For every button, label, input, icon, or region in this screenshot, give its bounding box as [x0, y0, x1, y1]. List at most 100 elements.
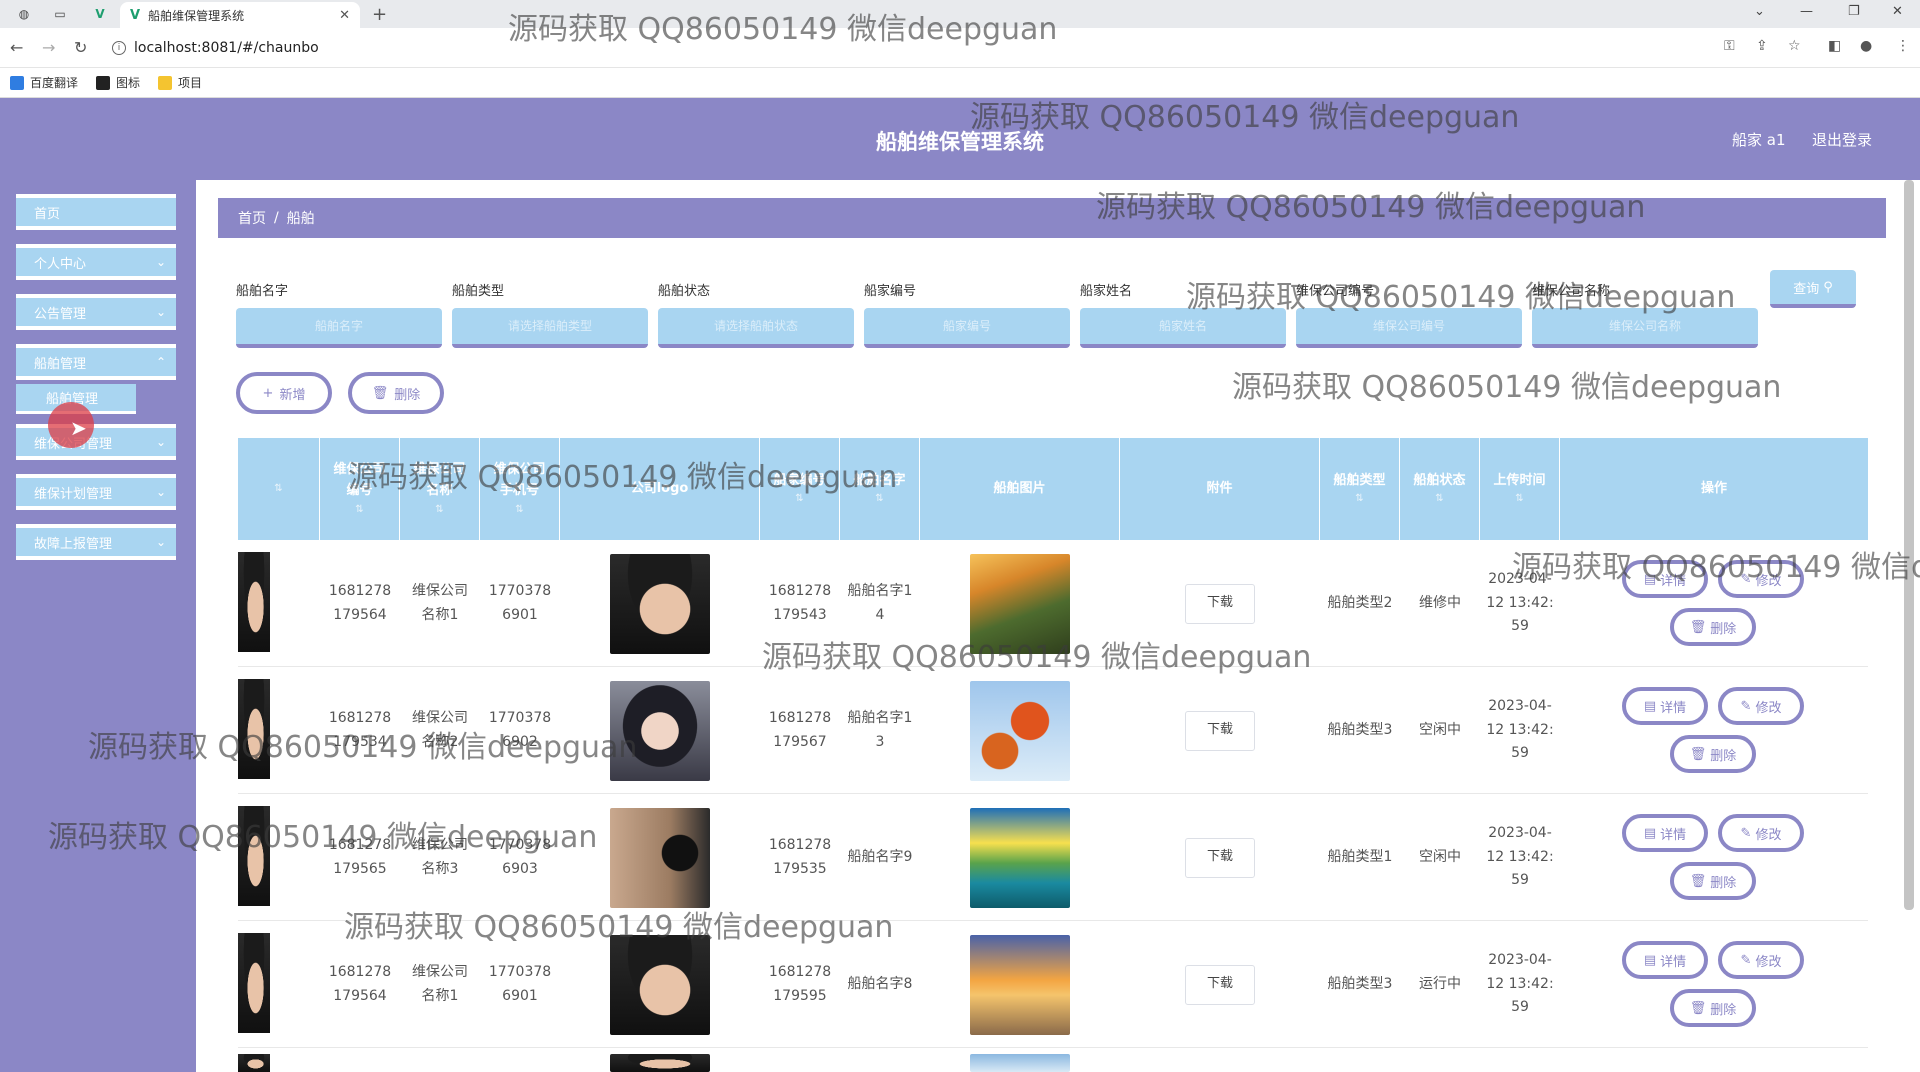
- url-field[interactable]: i localhost:8081/#/chaunbo: [112, 36, 319, 60]
- cell-ship-type: 船舶类型2: [1327, 594, 1393, 611]
- table-row: 1681278179565 维保公司名称3 17703786903 168127…: [238, 794, 1868, 921]
- search-label-owner-no: 船家编号: [864, 284, 917, 299]
- download-button[interactable]: 下载: [1185, 964, 1255, 1005]
- search-label-ship-name: 船舶名字: [236, 284, 289, 299]
- company-logo-image[interactable]: [610, 807, 710, 908]
- company-logo-image[interactable]: [610, 1054, 710, 1072]
- column-company-phone[interactable]: 维保公司 手机号 ⇅: [480, 438, 560, 540]
- delete-button[interactable]: 🗑 删除: [1670, 608, 1756, 646]
- menu-icon[interactable]: ⋮: [1896, 38, 1910, 54]
- row-avatar: [238, 552, 270, 652]
- column-select[interactable]: ⇅: [238, 438, 320, 540]
- edit-button[interactable]: ✎ 修改: [1718, 941, 1804, 979]
- chevron-up-icon: ⌃: [155, 355, 166, 369]
- sort-icon: ⇅: [1515, 493, 1524, 505]
- detail-button[interactable]: ▤ 详情: [1622, 687, 1708, 725]
- document-icon: ▤: [1643, 952, 1657, 968]
- new-tab-icon[interactable]: +: [372, 4, 387, 25]
- ship-image[interactable]: [970, 680, 1070, 781]
- sidebar-item-notice[interactable]: 公告管理 ⌄: [16, 294, 176, 330]
- window-close-icon[interactable]: ✕: [1892, 4, 1903, 19]
- sidebar-item-fault[interactable]: 故障上报管理 ⌄: [16, 524, 176, 560]
- pencil-icon: ✎: [1740, 825, 1752, 841]
- column-company-no[interactable]: 维保公司 编号 ⇅: [320, 438, 400, 540]
- company-logo-image[interactable]: [610, 553, 710, 654]
- cell-company-name: 维保公司名称2: [412, 709, 468, 750]
- bookmark-item[interactable]: 百度翻译: [10, 74, 78, 91]
- column-company-name[interactable]: 维保公司 名称 ⇅: [400, 438, 480, 540]
- tab-icon[interactable]: ▭: [48, 4, 72, 24]
- ship-type-select[interactable]: [452, 308, 648, 348]
- edit-button[interactable]: ✎ 修改: [1718, 814, 1804, 852]
- sidebar-item-ship[interactable]: 船舶管理 ⌃: [16, 344, 176, 380]
- cell-ship-status: 运行中: [1419, 975, 1461, 992]
- ship-status-select[interactable]: [658, 308, 854, 348]
- sidebar-item-profile[interactable]: 个人中心 ⌄: [16, 244, 176, 280]
- owner-no-input[interactable]: [864, 308, 1070, 348]
- company-logo-image[interactable]: [610, 934, 710, 1035]
- delete-button[interactable]: 🗑 删除: [1670, 989, 1756, 1027]
- bookmark-item[interactable]: 项目: [158, 74, 202, 91]
- column-company-logo[interactable]: 公司logo: [560, 438, 760, 540]
- download-button[interactable]: 下载: [1185, 710, 1255, 751]
- edit-button[interactable]: ✎ 修改: [1718, 560, 1804, 598]
- scrollbar[interactable]: [1904, 180, 1914, 910]
- company-logo-image[interactable]: [610, 680, 710, 781]
- download-button[interactable]: 下载: [1185, 837, 1255, 878]
- image-icon: [96, 75, 111, 90]
- trash-icon: 🗑: [1689, 746, 1707, 762]
- logout-link[interactable]: 退出登录: [1812, 129, 1872, 150]
- detail-button[interactable]: ▤ 详情: [1622, 941, 1708, 979]
- chevron-down-icon[interactable]: ⌄: [1754, 4, 1765, 19]
- column-upload-time[interactable]: 上传时间 ⇅: [1480, 438, 1560, 540]
- star-icon[interactable]: ☆: [1788, 38, 1801, 54]
- company-no-input[interactable]: [1296, 308, 1522, 348]
- bookmarks-bar: 百度翻译 图标 项目: [0, 68, 1920, 98]
- ship-name-input[interactable]: [236, 308, 442, 348]
- back-icon[interactable]: ←: [10, 38, 23, 57]
- query-button[interactable]: 查询 ⚲: [1770, 270, 1856, 308]
- company-name-input[interactable]: [1532, 308, 1758, 348]
- cell-upload-time: 2023-04-12 13:42:59: [1486, 697, 1554, 762]
- close-icon[interactable]: ✕: [339, 8, 350, 23]
- ship-image[interactable]: [970, 553, 1070, 654]
- bookmark-item[interactable]: 图标: [96, 74, 140, 91]
- profile-icon[interactable]: ●: [1860, 38, 1872, 54]
- sidebar-item-home[interactable]: 首页: [16, 194, 176, 230]
- ship-image[interactable]: [970, 934, 1070, 1035]
- detail-button[interactable]: ▤ 详情: [1622, 560, 1708, 598]
- sidepanel-icon[interactable]: ◧: [1828, 38, 1841, 54]
- share-icon[interactable]: ⇪: [1756, 38, 1768, 54]
- minimize-icon[interactable]: —: [1800, 4, 1813, 19]
- delete-button[interactable]: 🗑 删除: [1670, 735, 1756, 773]
- detail-button[interactable]: ▤ 详情: [1622, 814, 1708, 852]
- browser-tab-active[interactable]: V 船舶维保管理系统 ✕: [120, 2, 360, 28]
- column-ship-name[interactable]: 船舶名字 ⇅: [840, 438, 920, 540]
- key-icon[interactable]: ⚿: [1724, 38, 1735, 54]
- restore-icon[interactable]: ❐: [1848, 4, 1860, 19]
- sort-icon: ⇅: [274, 483, 283, 494]
- delete-button[interactable]: 🗑 删除: [1670, 862, 1756, 900]
- sidebar-item-plan[interactable]: 维保计划管理 ⌄: [16, 474, 176, 510]
- add-button[interactable]: + 新增: [236, 372, 332, 414]
- cell-company-no: 1681278179564: [328, 582, 392, 623]
- forward-icon[interactable]: →: [42, 38, 55, 57]
- ship-image[interactable]: [970, 807, 1070, 908]
- sidebar-item-company[interactable]: 维保公司管理⌄: [16, 424, 176, 460]
- batch-delete-button[interactable]: 🗑 删除: [348, 372, 444, 414]
- column-ship-type[interactable]: 船舶类型 ⇅: [1320, 438, 1400, 540]
- breadcrumb-home[interactable]: 首页: [238, 208, 266, 228]
- translate-icon: [10, 75, 24, 90]
- column-owner-no[interactable]: 船家编号 ⇅: [760, 438, 840, 540]
- reload-icon[interactable]: ↻: [74, 38, 87, 57]
- ship-image[interactable]: [970, 1054, 1070, 1072]
- column-attachment[interactable]: 附件: [1120, 438, 1320, 540]
- globe-icon[interactable]: ◍: [12, 4, 36, 24]
- download-button[interactable]: 下载: [1185, 583, 1255, 624]
- owner-name-input[interactable]: [1080, 308, 1286, 348]
- edit-button[interactable]: ✎ 修改: [1718, 687, 1804, 725]
- column-ship-status[interactable]: 船舶状态 ⇅: [1400, 438, 1480, 540]
- info-icon[interactable]: i: [112, 41, 126, 55]
- vue-icon[interactable]: V: [88, 4, 112, 24]
- column-ship-image[interactable]: 船舶图片: [920, 438, 1120, 540]
